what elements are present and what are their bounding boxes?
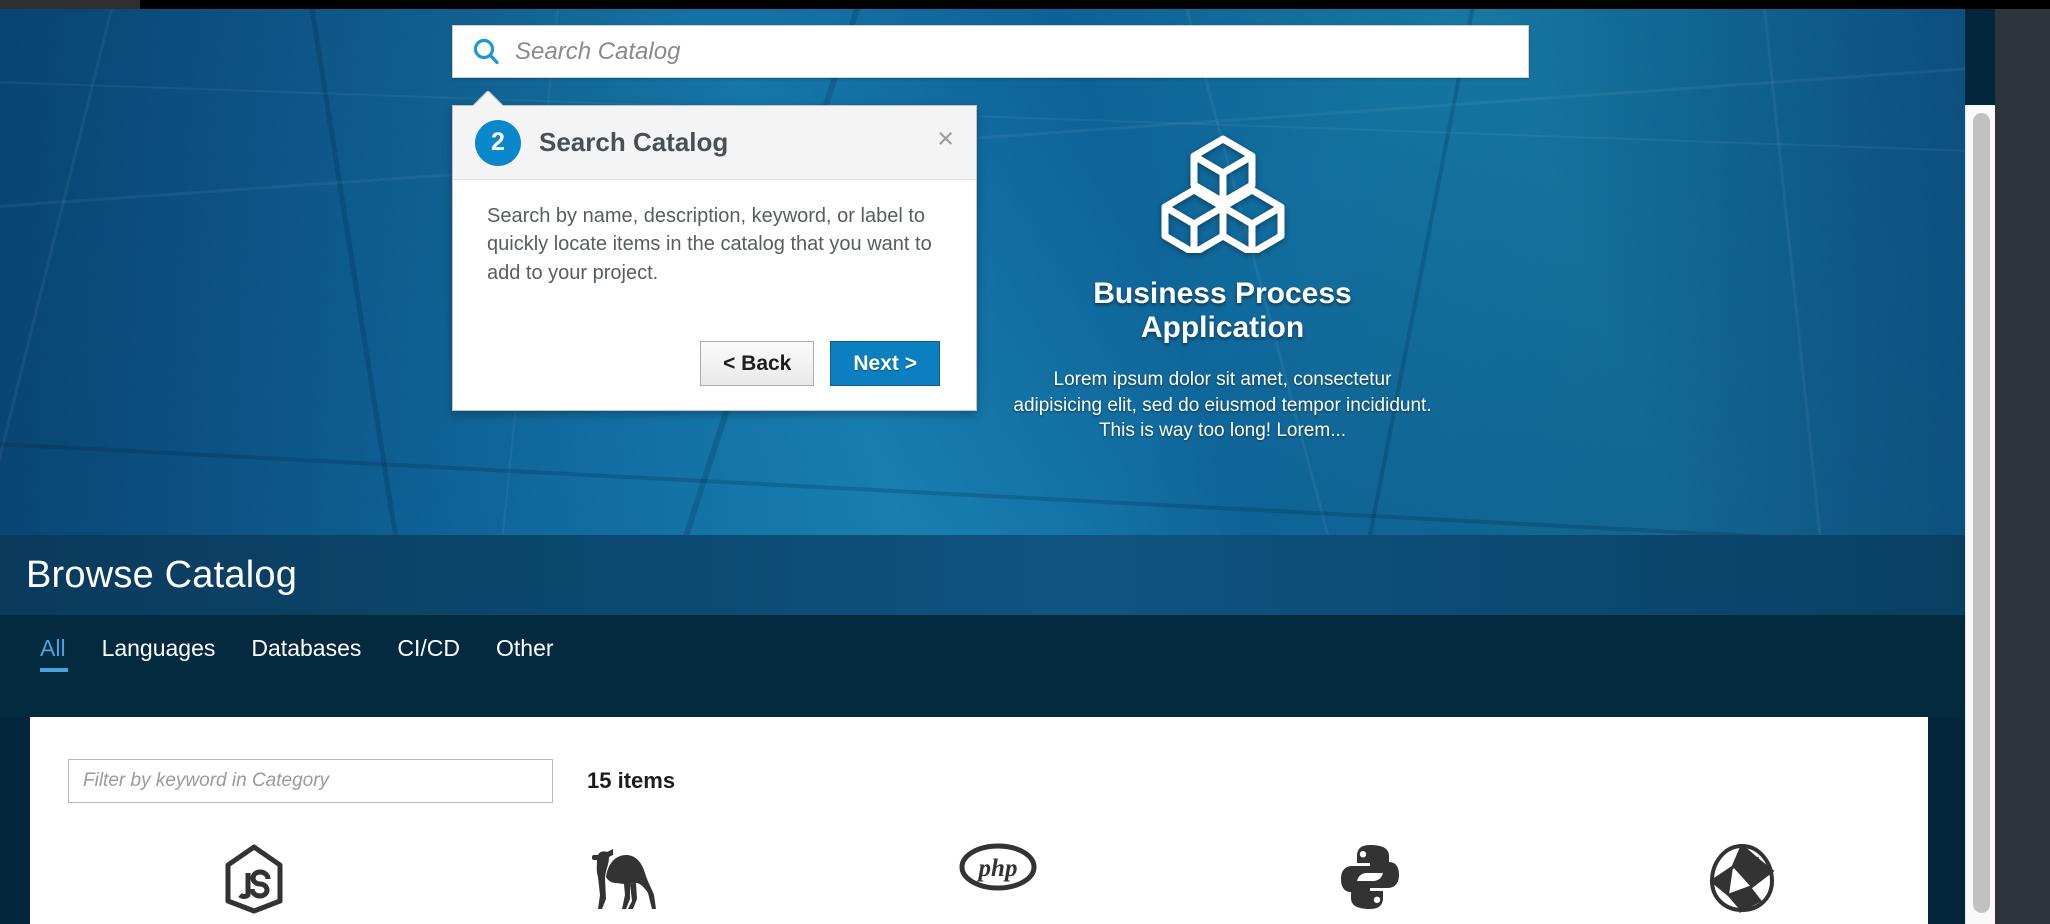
hero-card-description: Lorem ipsum dolor sit amet, consectetur … bbox=[1013, 368, 1432, 442]
tab-label: All bbox=[40, 635, 66, 661]
browser-tab-stub[interactable] bbox=[0, 0, 140, 9]
items-count-label: 15 items bbox=[587, 768, 676, 793]
browse-catalog-band: Browse Catalog bbox=[0, 535, 1965, 615]
scrollbar-thumb[interactable] bbox=[1973, 113, 1990, 913]
python-icon bbox=[1339, 843, 1401, 916]
nodejs-icon bbox=[222, 843, 286, 920]
search-catalog-box[interactable] bbox=[452, 25, 1529, 78]
hero-banner: Microservice Lorem ipsum dolor sit amet,… bbox=[0, 9, 1965, 535]
catalog-item-php[interactable]: php bbox=[812, 843, 1184, 920]
tab-languages[interactable]: Languages bbox=[84, 629, 234, 678]
catalog-item-grid: php bbox=[30, 843, 1928, 920]
popover-header: 2 Search Catalog × bbox=[453, 106, 976, 180]
catalog-item-camel[interactable] bbox=[440, 843, 812, 920]
step-number-badge: 2 bbox=[475, 119, 521, 166]
browser-chrome-bar bbox=[0, 0, 2050, 9]
catalog-item-nodejs[interactable] bbox=[68, 843, 440, 920]
popover-body-text: Search by name, description, keyword, or… bbox=[487, 205, 932, 284]
catalog-tab-bar: All Languages Databases CI/CD Other bbox=[0, 615, 1965, 717]
tab-all[interactable]: All bbox=[22, 629, 84, 678]
tour-step-popover: 2 Search Catalog × Search by name, descr… bbox=[452, 105, 977, 411]
category-filter-input[interactable] bbox=[68, 759, 553, 803]
camel-icon bbox=[586, 843, 666, 914]
search-icon bbox=[471, 37, 501, 67]
hero-card-list: Microservice Lorem ipsum dolor sit amet,… bbox=[0, 9, 1965, 535]
page-vertical-scrollbar[interactable] bbox=[1965, 105, 1995, 924]
search-input[interactable] bbox=[501, 26, 1528, 77]
hero-card-business-process-application[interactable]: Business Process Application Lorem ipsum… bbox=[983, 129, 1463, 444]
back-button[interactable]: < Back bbox=[700, 341, 815, 386]
catalog-item-ruby[interactable] bbox=[1556, 843, 1928, 920]
ruby-icon bbox=[1709, 843, 1775, 918]
tab-other[interactable]: Other bbox=[478, 629, 572, 678]
tab-label: Other bbox=[496, 635, 554, 661]
catalog-item-python[interactable] bbox=[1184, 843, 1556, 920]
page-title: Browse Catalog bbox=[26, 553, 298, 596]
tab-databases[interactable]: Databases bbox=[233, 629, 379, 678]
catalog-toolbar: 15 items bbox=[30, 717, 1928, 803]
svg-text:php: php bbox=[977, 855, 1018, 882]
popover-title: Search Catalog bbox=[539, 127, 729, 157]
catalog-panel: 15 items bbox=[30, 717, 1928, 924]
popover-arrow bbox=[473, 91, 503, 106]
popover-footer: < Back Next > bbox=[700, 341, 940, 386]
tab-label: CI/CD bbox=[397, 635, 460, 661]
tab-cicd[interactable]: CI/CD bbox=[379, 629, 478, 678]
next-button[interactable]: Next > bbox=[830, 341, 940, 386]
desktop-background-right bbox=[1995, 9, 2050, 924]
business-process-blocks-icon bbox=[1009, 129, 1437, 257]
page-viewport: Microservice Lorem ipsum dolor sit amet,… bbox=[0, 9, 1995, 924]
tab-label: Languages bbox=[101, 635, 216, 661]
php-icon: php bbox=[959, 843, 1037, 896]
hero-card-title: Business Process Application bbox=[1093, 277, 1352, 344]
close-icon[interactable]: × bbox=[931, 125, 960, 160]
tab-label: Databases bbox=[251, 635, 362, 661]
